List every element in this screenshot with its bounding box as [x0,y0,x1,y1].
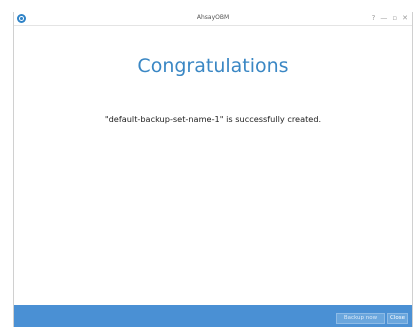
page-title: Congratulations [137,55,289,77]
footer-bar: Backup now Close [14,305,412,327]
window-title: AhsayOBM [196,14,230,21]
window-controls: ? — ▫ ✕ [372,13,408,24]
maximize-icon[interactable]: ▫ [392,13,397,24]
app-window: AhsayOBM ? — ▫ ✕ Congratulations "defaul… [13,12,413,327]
title-bar: AhsayOBM ? — ▫ ✕ [14,12,412,26]
close-icon[interactable]: ✕ [402,13,408,24]
backup-now-button[interactable]: Backup now [336,313,385,324]
minimize-icon[interactable]: — [380,13,387,24]
help-icon[interactable]: ? [372,13,376,24]
main-content: Congratulations "default-backup-set-name… [14,25,412,305]
close-button[interactable]: Close [387,313,408,324]
success-message: "default-backup-set-name-1" is successfu… [104,114,322,124]
